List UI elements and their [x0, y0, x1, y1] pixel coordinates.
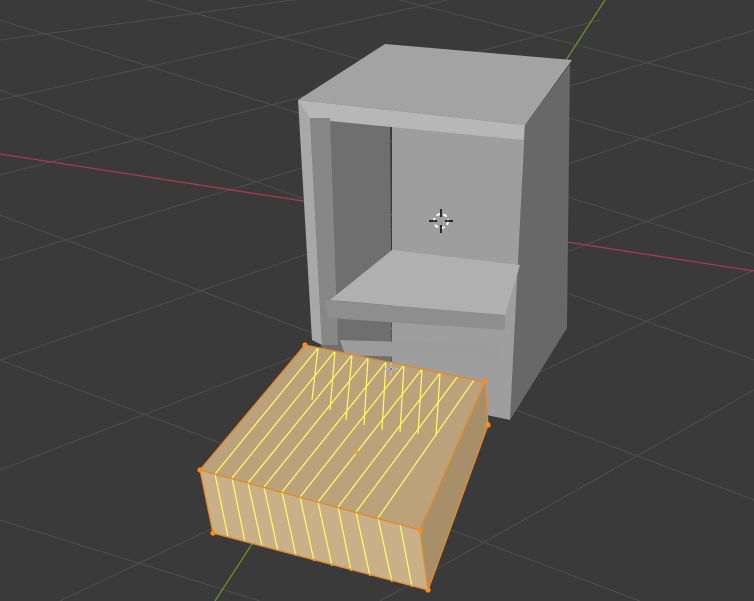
origin-icon [354, 450, 358, 454]
viewport-canvas[interactable] [0, 0, 754, 601]
3d-viewport[interactable] [0, 0, 754, 601]
